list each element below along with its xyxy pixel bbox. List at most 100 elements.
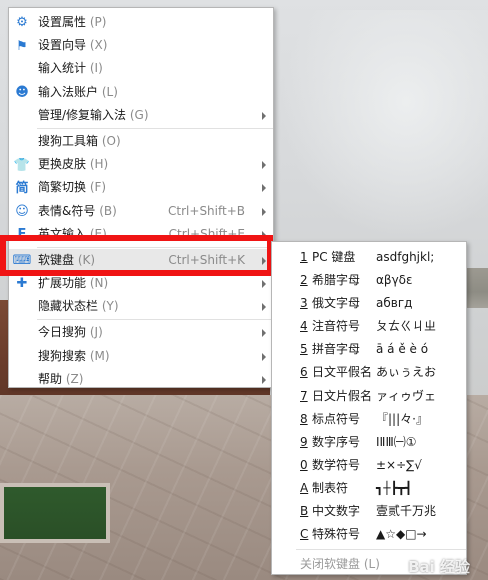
menu-item-label: 表情&符号 (B) bbox=[38, 200, 117, 223]
soft-keyboard-item-b[interactable]: B 中文数字 壹贰千万兆 bbox=[272, 500, 466, 523]
menu-item-7[interactable]: 👕 更换皮肤 (H) bbox=[9, 153, 273, 176]
submenu-arrow-icon bbox=[262, 184, 266, 193]
soft-keyboard-sample: 『|||々·』 bbox=[376, 411, 428, 426]
menu-item-16[interactable]: 帮助 (Z) bbox=[9, 368, 273, 391]
soft-keyboard-name: 拼音字母 bbox=[312, 342, 361, 357]
soft-keyboard-sample: ァィゥヴェ bbox=[376, 388, 437, 403]
flag-icon: ⚑ bbox=[16, 38, 28, 54]
menu-item-text: 表情&符号 bbox=[38, 203, 96, 218]
submenu-arrow-icon bbox=[262, 280, 266, 289]
soft-keyboard-item-9[interactable]: 9 数字序号 ⅠⅡⅢ㈠① bbox=[272, 431, 466, 454]
menu-item-14[interactable]: 今日搜狗 (J) bbox=[9, 321, 273, 344]
soft-keyboard-name: 注音符号 bbox=[312, 319, 361, 334]
submenu-arrow-icon bbox=[262, 375, 266, 384]
soft-keyboard-item-4[interactable]: 4 注音符号 ㄆㄊㄍㄐㄓ bbox=[272, 315, 466, 338]
menu-item-5[interactable]: 管理/修复输入法 (G) bbox=[9, 104, 273, 127]
menu-item-text: 搜狗工具箱 bbox=[38, 133, 99, 148]
soft-keyboard-key: B bbox=[300, 504, 309, 519]
soft-keyboard-name: 中文数字 bbox=[312, 504, 361, 519]
soft-keyboard-item-7[interactable]: 7 日文片假名 ァィゥヴェ bbox=[272, 385, 466, 408]
menu-item-6[interactable]: 搜狗工具箱 (O) bbox=[9, 130, 273, 153]
menu-item-label: 输入法账户 (L) bbox=[38, 81, 118, 104]
menu-item-text: 搜狗搜索 bbox=[38, 348, 87, 363]
menu-item-text: 简繁切换 bbox=[38, 180, 87, 195]
soft-keyboard-key: A bbox=[300, 480, 309, 495]
soft-keyboard-name: 俄文字母 bbox=[312, 296, 361, 311]
menu-item-1[interactable]: ⚙ 设置属性 (P) bbox=[9, 11, 273, 34]
menu-item-15[interactable]: 搜狗搜索 (M) bbox=[9, 345, 273, 368]
soft-keyboard-item-8[interactable]: 8 标点符号 『|||々·』 bbox=[272, 408, 466, 431]
soft-keyboard-name: 日文片假名 bbox=[312, 388, 373, 403]
soft-keyboard-item-5[interactable]: 5 拼音字母 ā á ě è ó bbox=[272, 338, 466, 361]
user-icon: ☻ bbox=[15, 84, 29, 100]
menu-item-text: 设置属性 bbox=[38, 15, 87, 29]
submenu-separator bbox=[296, 549, 466, 551]
soft-keyboard-item-c[interactable]: C 特殊符号 ▲☆◆□→ bbox=[272, 523, 466, 546]
soft-keyboard-item-0[interactable]: 0 数学符号 ±×÷∑√ bbox=[272, 454, 466, 477]
soft-keyboard-item-1[interactable]: 1 PC 键盘 asdfghjkl; bbox=[272, 246, 466, 269]
menu-item-text: 今日搜狗 bbox=[38, 325, 87, 340]
soft-keyboard-key: 1 bbox=[300, 250, 308, 264]
menu-item-text: 扩展功能 bbox=[38, 276, 87, 291]
soft-keyboard-item-3[interactable]: 3 俄文字母 абвгд bbox=[272, 292, 466, 315]
soft-keyboard-sample: абвгд bbox=[376, 296, 413, 311]
menu-item-accelerator: (F) bbox=[89, 180, 107, 195]
menu-item-accelerator: (L) bbox=[101, 84, 118, 99]
submenu-arrow-icon bbox=[262, 329, 266, 338]
menu-item-accelerator: (B) bbox=[99, 203, 117, 218]
soft-keyboard-key: 6 bbox=[300, 365, 308, 380]
menu-item-8[interactable]: 简简繁切换 (F) bbox=[9, 176, 273, 199]
soft-keyboard-key: 8 bbox=[300, 411, 308, 426]
menu-item-3[interactable]: 输入统计 (I) bbox=[9, 57, 273, 80]
soft-keyboard-key: 0 bbox=[300, 457, 308, 472]
soft-keyboard-key: 4 bbox=[300, 319, 308, 334]
soft-keyboard-sample: あぃぅえお bbox=[376, 365, 437, 380]
menu-item-label: 今日搜狗 (J) bbox=[38, 321, 103, 344]
menu-item-4[interactable]: ☻ 输入法账户 (L) bbox=[9, 81, 273, 104]
menu-item-text: 输入法账户 bbox=[38, 84, 99, 99]
soft-keyboard-key: C bbox=[300, 527, 309, 542]
menu-item-text: 设置向导 bbox=[38, 38, 87, 53]
soft-keyboard-key: 5 bbox=[300, 342, 308, 357]
soft-keyboard-name: PC 键盘 bbox=[312, 250, 356, 264]
soft-keyboard-item-6[interactable]: 6 日文平假名 あぃぅえお bbox=[272, 361, 466, 384]
ime-context-menu: ⚙ 设置属性 (P) ⚑ 设置向导 (X) 输入统计 (I) ☻ 输入法账户 (L) 管理/修… bbox=[8, 7, 274, 388]
menu-item-shortcut: Ctrl+Shift+B bbox=[168, 203, 245, 218]
soft-keyboard-key: 9 bbox=[300, 434, 308, 449]
soft-keyboard-item-2[interactable]: 2 希腊字母 αβγδε bbox=[272, 269, 466, 292]
menu-item-label: 简繁切换 (F) bbox=[38, 176, 106, 199]
soft-keyboard-submenu: 1 PC 键盘 asdfghjkl; 2 希腊字母 αβγδε 3 俄文字母 абвгд 4 注音符… bbox=[271, 241, 467, 575]
gear-icon: ⚙ bbox=[16, 15, 28, 31]
menu-item-accelerator: (H) bbox=[89, 157, 109, 172]
menu-item-accelerator: (G) bbox=[129, 107, 149, 122]
menu-item-accelerator: (M) bbox=[89, 348, 110, 363]
menu-item-accelerator: (X) bbox=[89, 38, 108, 53]
submenu-arrow-icon bbox=[262, 161, 266, 170]
soft-keyboard-name: 制表符 bbox=[312, 480, 349, 495]
menu-item-13[interactable]: 隐藏状态栏 (Y) bbox=[9, 295, 273, 318]
soft-keyboard-name: 日文平假名 bbox=[312, 365, 373, 380]
soft-keyboard-sample: 壹贰千万兆 bbox=[376, 504, 437, 519]
soft-keyboard-name: 数字序号 bbox=[312, 434, 361, 449]
menu-separator bbox=[37, 319, 273, 321]
soft-keyboard-sample: αβγδε bbox=[376, 273, 413, 288]
soft-keyboard-item-a[interactable]: A 制表符 ┓┼┣┳┫ bbox=[272, 477, 466, 500]
soft-keyboard-sample: ⅠⅡⅢ㈠① bbox=[376, 434, 417, 449]
menu-item-label: 搜狗搜索 (M) bbox=[38, 345, 110, 368]
menu-item-label: 更换皮肤 (H) bbox=[38, 153, 108, 176]
soft-keyboard-key: 2 bbox=[300, 273, 308, 288]
menu-item-text: 管理/修复输入法 bbox=[38, 107, 127, 122]
menu-item-2[interactable]: ⚑ 设置向导 (X) bbox=[9, 34, 273, 57]
submenu-arrow-icon bbox=[262, 352, 266, 361]
close-soft-keyboard-label: 关闭软键盘 (L) bbox=[300, 553, 380, 576]
highlight-annotation-box bbox=[0, 235, 273, 276]
simplified-traditional-icon: 简 bbox=[15, 180, 29, 196]
menu-separator bbox=[37, 127, 273, 129]
menu-item-text: 帮助 bbox=[38, 371, 63, 386]
menu-item-9[interactable]: ☺ 表情&符号 (B) Ctrl+Shift+B bbox=[9, 200, 273, 223]
soft-keyboard-name: 数学符号 bbox=[312, 457, 361, 472]
soft-keyboard-name: 希腊字母 bbox=[312, 273, 361, 288]
menu-item-accelerator: (J) bbox=[89, 325, 103, 340]
soft-keyboard-name: 标点符号 bbox=[312, 411, 361, 426]
close-soft-keyboard-text: 关闭软键盘 bbox=[300, 557, 361, 572]
